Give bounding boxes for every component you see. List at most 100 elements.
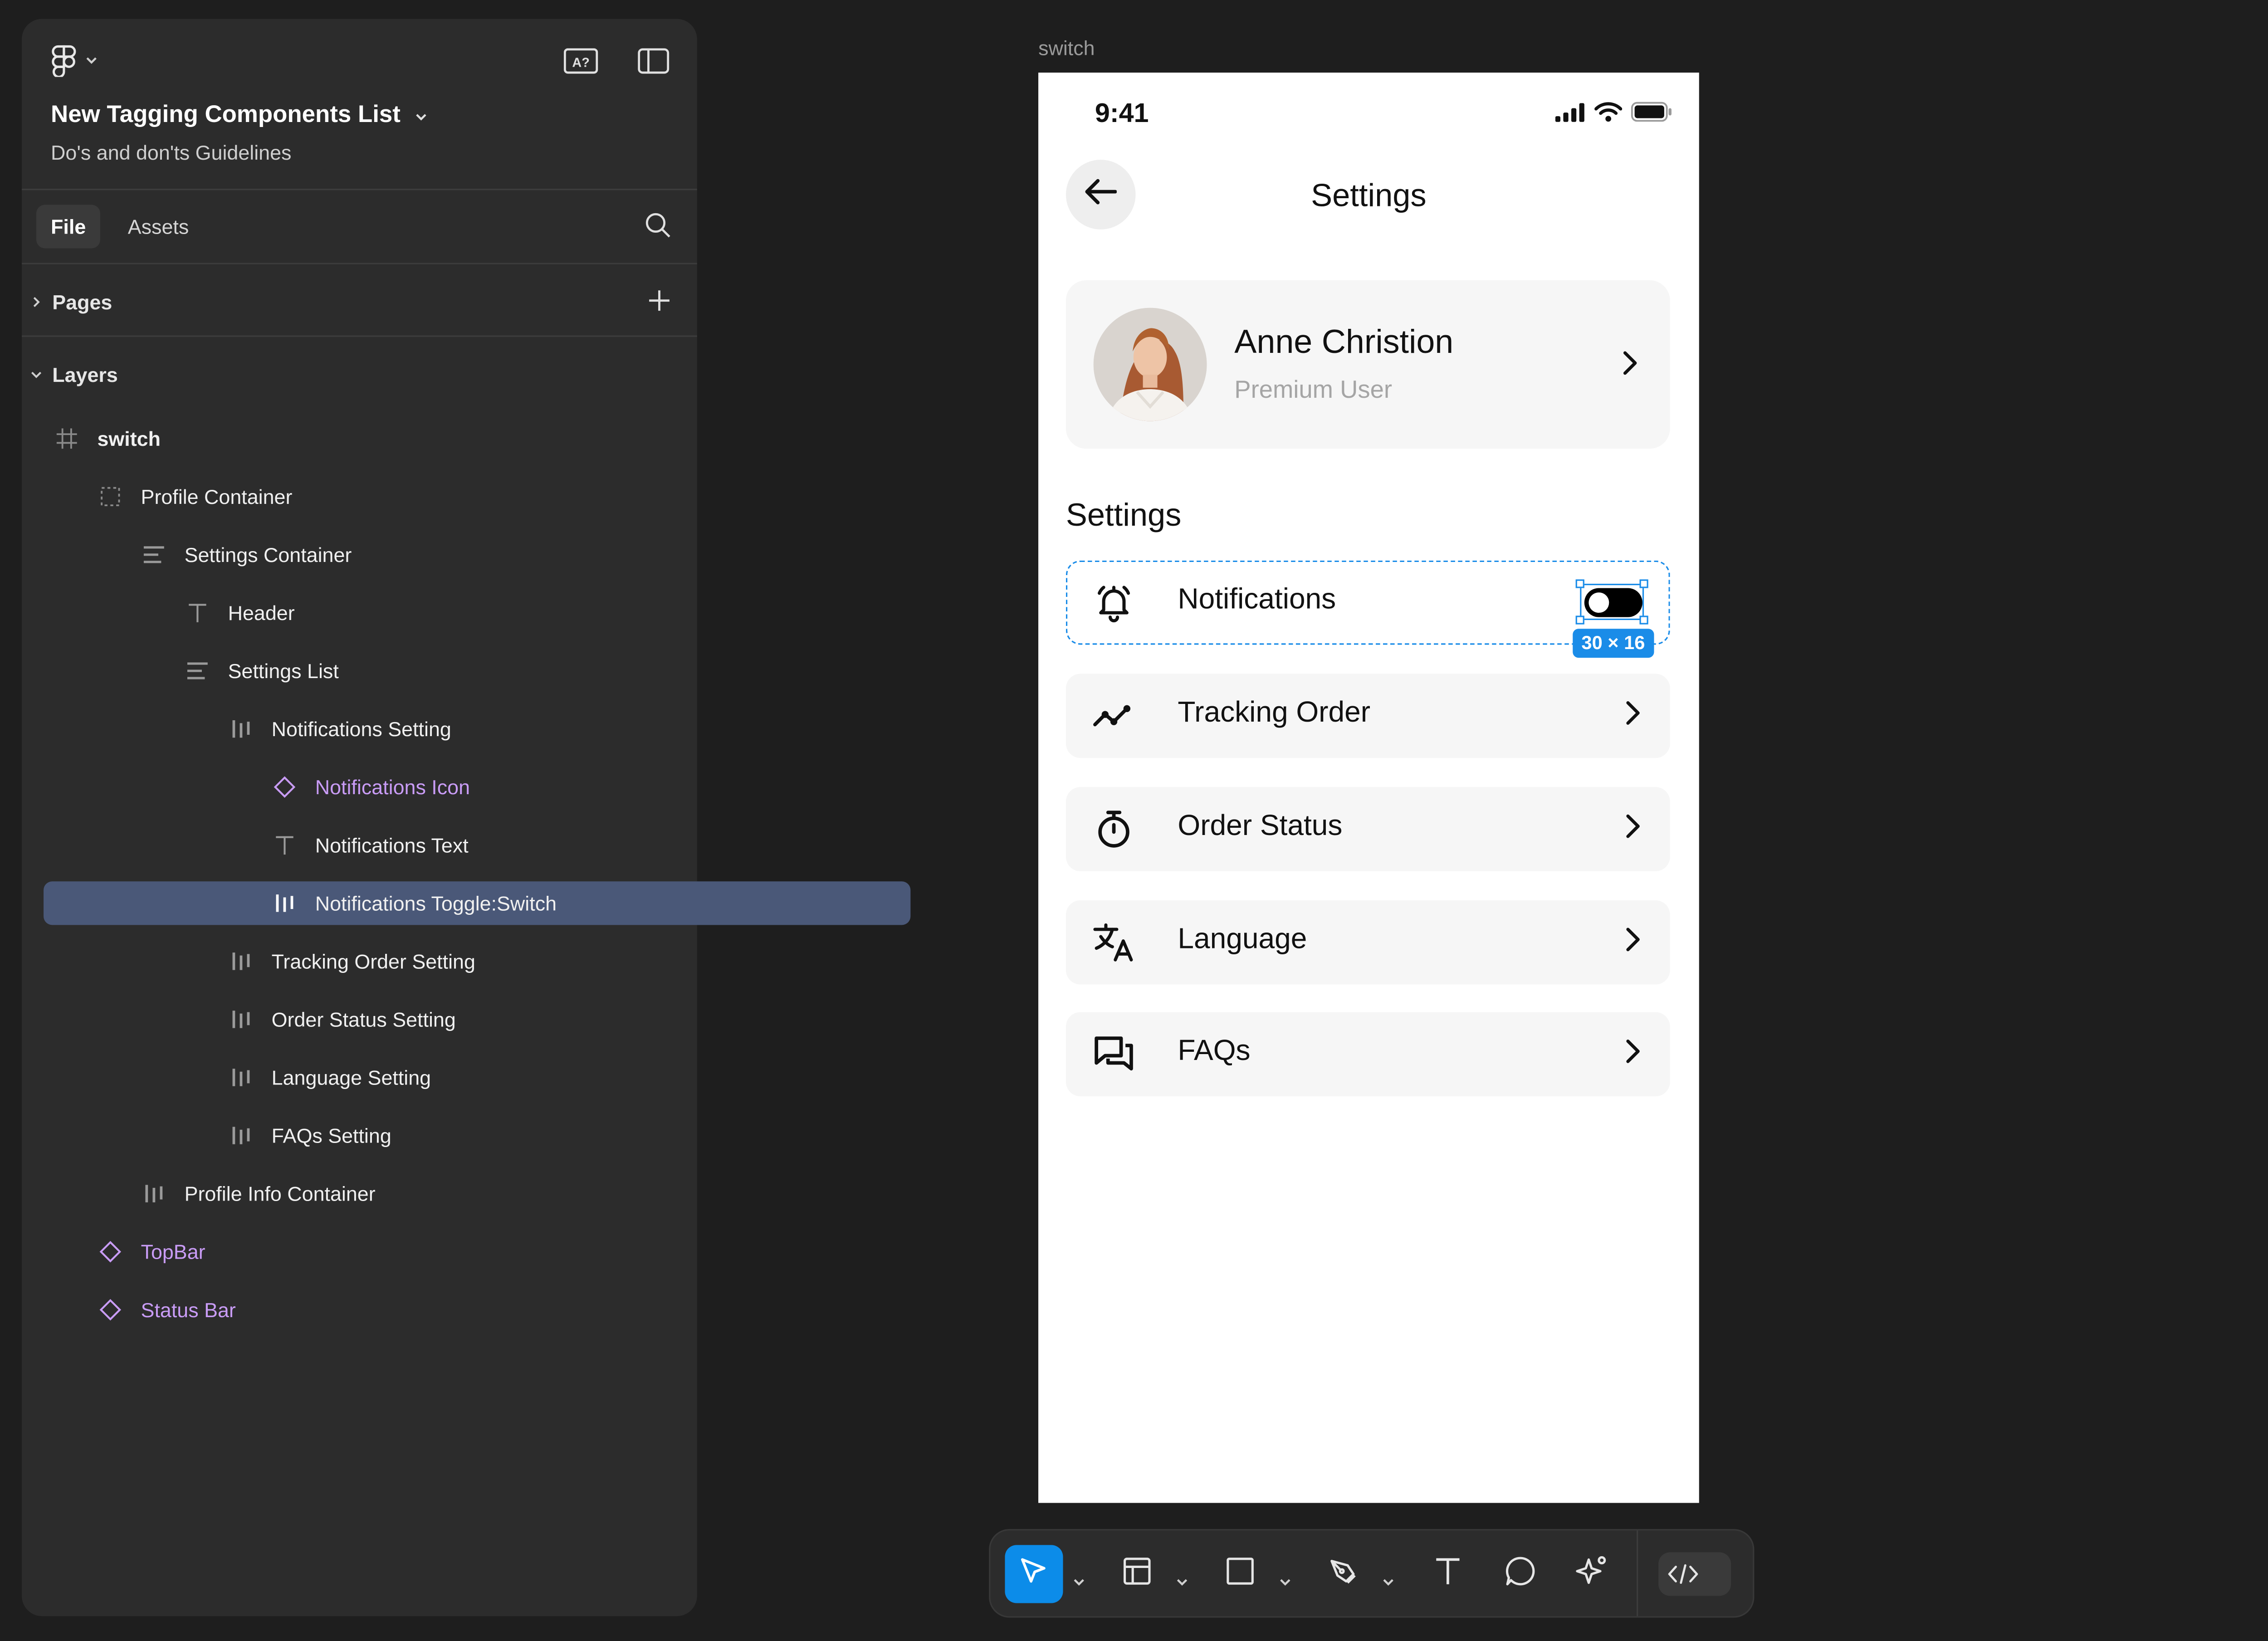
layer-item[interactable]: Settings List bbox=[44, 649, 823, 693]
component-instance-icon bbox=[272, 774, 298, 800]
layer-label: Tracking Order Setting bbox=[271, 949, 475, 973]
resize-handle[interactable] bbox=[1639, 579, 1648, 588]
settings-row-label: Notifications bbox=[1178, 584, 1336, 616]
resize-handle[interactable] bbox=[1639, 615, 1648, 625]
layer-label: Profile Container bbox=[141, 485, 293, 508]
settings-row-notifications[interactable]: Notifications 30 × 16 bbox=[1066, 560, 1670, 658]
comment-icon bbox=[1505, 1554, 1536, 1593]
frame-tool-button[interactable] bbox=[1111, 1545, 1163, 1603]
notifications-toggle[interactable] bbox=[1575, 579, 1648, 625]
frame-tool-icon bbox=[1123, 1556, 1152, 1592]
add-page-button[interactable] bbox=[648, 289, 671, 312]
layer-item[interactable]: switch bbox=[44, 417, 693, 460]
layers-section-toggle[interactable]: Layers bbox=[30, 361, 118, 388]
wifi-icon bbox=[1594, 102, 1623, 129]
layer-label: switch bbox=[97, 427, 161, 450]
resize-handle[interactable] bbox=[1575, 579, 1584, 588]
layer-item[interactable]: Notifications Icon bbox=[44, 765, 910, 809]
layer-item[interactable]: Tracking Order Setting bbox=[44, 939, 867, 983]
layer-item[interactable]: Language Setting bbox=[44, 1055, 867, 1099]
horizontal-stack-icon bbox=[228, 1123, 254, 1149]
settings-row-language[interactable]: Language bbox=[1066, 900, 1670, 985]
layer-label: TopBar bbox=[141, 1240, 205, 1264]
ai-actions-button[interactable] bbox=[1565, 1545, 1618, 1603]
layer-item[interactable]: Notifications Toggle:Switch bbox=[44, 881, 911, 925]
layer-label: Language Setting bbox=[271, 1065, 431, 1089]
chevron-down-icon[interactable] bbox=[1280, 1568, 1291, 1595]
dimension-badge: 30 × 16 bbox=[1573, 629, 1654, 658]
layer-item[interactable]: Header bbox=[44, 591, 823, 635]
layer-label: FAQs Setting bbox=[271, 1123, 391, 1148]
rectangle-tool-button[interactable] bbox=[1214, 1545, 1266, 1603]
settings-row-label: Order Status bbox=[1178, 810, 1343, 842]
settings-row-label: Tracking Order bbox=[1178, 697, 1371, 729]
toggle-sidebar-button[interactable] bbox=[637, 48, 670, 74]
settings-row-tracking-order[interactable]: Tracking Order bbox=[1066, 674, 1670, 758]
chevron-right-icon bbox=[1625, 1038, 1641, 1072]
horizontal-stack-icon bbox=[228, 716, 254, 742]
comment-tool-button[interactable] bbox=[1494, 1545, 1546, 1603]
bottom-toolbar bbox=[989, 1529, 1755, 1618]
project-title-button[interactable]: New Tagging Components List bbox=[51, 102, 426, 129]
layer-item[interactable]: Notifications Setting bbox=[44, 707, 867, 751]
layer-label: Notifications Toggle:Switch bbox=[315, 891, 557, 915]
layers-panel: A? New Tagging Components List Do's and … bbox=[22, 19, 911, 1617]
status-time: 9:41 bbox=[1095, 97, 1149, 128]
chevron-down-icon[interactable] bbox=[1073, 1568, 1085, 1595]
code-icon bbox=[1667, 1563, 1699, 1593]
figma-menu-button[interactable] bbox=[51, 45, 97, 77]
divider bbox=[22, 335, 697, 337]
divider bbox=[22, 189, 697, 190]
plus-icon bbox=[648, 289, 671, 312]
phone-frame[interactable]: 9:41 Settings Anne Christion Premium Use… bbox=[1038, 73, 1699, 1503]
pages-section-toggle[interactable]: Pages bbox=[30, 289, 112, 315]
layer-item[interactable]: Order Status Setting bbox=[44, 997, 867, 1041]
square-icon bbox=[1226, 1556, 1255, 1592]
vertical-stack-icon bbox=[185, 658, 211, 684]
resize-handle[interactable] bbox=[1575, 615, 1584, 625]
layer-item[interactable]: Profile Container bbox=[44, 475, 736, 518]
horizontal-stack-icon bbox=[272, 890, 298, 917]
layer-label: Settings Container bbox=[184, 543, 352, 567]
signal-icon bbox=[1555, 102, 1586, 129]
profile-card[interactable]: Anne Christion Premium User bbox=[1066, 280, 1670, 449]
sidebar-icon bbox=[637, 48, 670, 74]
sparkle-icon bbox=[1574, 1553, 1609, 1595]
layer-label: Status Bar bbox=[141, 1298, 236, 1322]
pen-icon bbox=[1327, 1554, 1359, 1593]
tab-assets[interactable]: Assets bbox=[113, 205, 204, 248]
settings-row-faqs[interactable]: FAQs bbox=[1066, 1012, 1670, 1097]
layer-item[interactable]: Settings Container bbox=[44, 533, 780, 576]
dashed-frame-icon bbox=[98, 484, 124, 510]
battery-icon bbox=[1631, 102, 1673, 129]
chat-bubbles-icon bbox=[1092, 1034, 1136, 1074]
pen-tool-button[interactable] bbox=[1317, 1545, 1369, 1603]
text-tool-button[interactable] bbox=[1422, 1545, 1474, 1603]
tab-file[interactable]: File bbox=[36, 205, 101, 249]
search-layers-button[interactable] bbox=[645, 212, 671, 238]
move-tool-button[interactable] bbox=[1005, 1545, 1063, 1603]
project-subtitle: Do's and don'ts Guidelines bbox=[51, 141, 292, 164]
chevron-right-icon bbox=[1622, 350, 1638, 384]
horizontal-stack-icon bbox=[228, 1065, 254, 1091]
layer-item[interactable]: Profile Info Container bbox=[44, 1172, 780, 1216]
pages-label: Pages bbox=[52, 290, 112, 314]
dev-mode-toggle[interactable] bbox=[1658, 1552, 1731, 1596]
layer-label: Order Status Setting bbox=[271, 1007, 456, 1031]
horizontal-stack-icon bbox=[228, 1006, 254, 1033]
settings-row-order-status[interactable]: Order Status bbox=[1066, 787, 1670, 871]
layer-item[interactable]: TopBar bbox=[44, 1230, 736, 1274]
layer-label: Notifications Setting bbox=[271, 717, 451, 741]
frame-label[interactable]: switch bbox=[1038, 36, 1095, 59]
chevron-down-icon[interactable] bbox=[1383, 1568, 1394, 1595]
chevron-down-icon[interactable] bbox=[1176, 1568, 1188, 1595]
divider bbox=[22, 263, 697, 264]
page-title: Settings bbox=[1311, 177, 1427, 214]
layer-item[interactable]: Status Bar bbox=[44, 1288, 736, 1332]
ai-rename-button[interactable]: A? bbox=[563, 46, 598, 75]
stopwatch-icon bbox=[1092, 809, 1136, 850]
chevron-down-icon bbox=[86, 57, 98, 65]
chevron-right-icon bbox=[30, 289, 42, 315]
layer-item[interactable]: FAQs Setting bbox=[44, 1114, 867, 1157]
layer-item[interactable]: Notifications Text bbox=[44, 823, 910, 867]
